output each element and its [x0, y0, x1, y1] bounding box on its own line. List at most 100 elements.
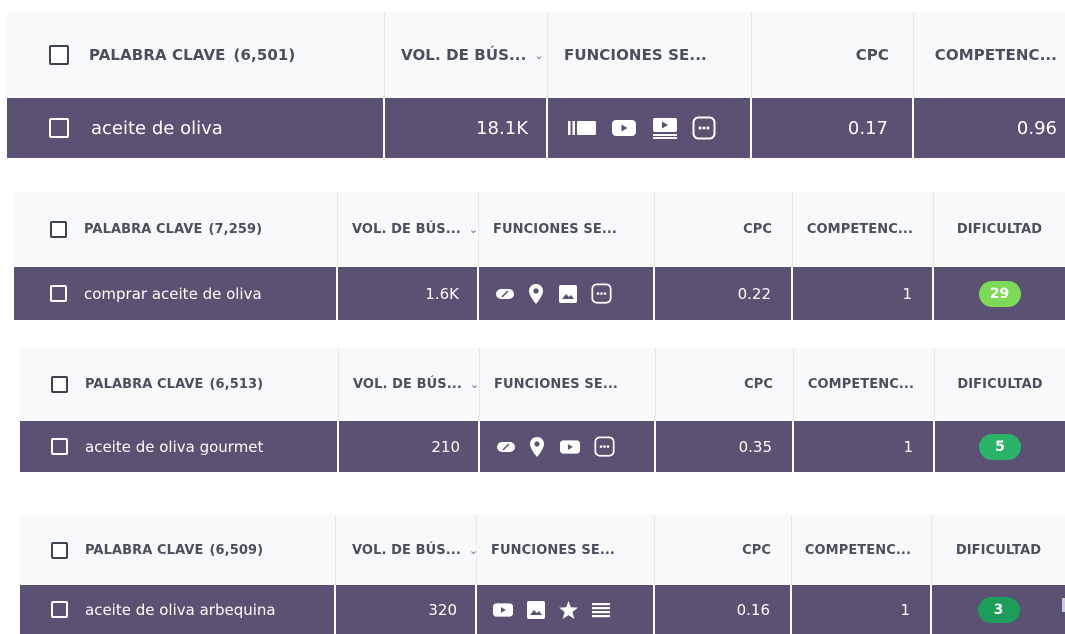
difficulty-cell: 29 [934, 267, 1065, 320]
ads-icon [496, 440, 516, 454]
column-cpc[interactable]: CPC [656, 348, 794, 421]
cpc-value: 0.17 [847, 117, 888, 139]
row-checkbox[interactable] [49, 118, 69, 138]
column-serp-label: FUNCIONES SE... [491, 542, 615, 558]
column-competition-label: COMPETENC... [934, 46, 1057, 64]
column-serp[interactable]: FUNCIONES SE... [477, 515, 655, 585]
column-difficulty-label: DIFICULTAD [957, 377, 1043, 392]
ads-icon [495, 287, 515, 301]
table-header: PALABRA CLAVE (7,259) VOL. DE BÚS... ⌄ F… [14, 192, 1065, 267]
more-icon[interactable] [692, 116, 716, 140]
column-cpc[interactable]: CPC [655, 515, 792, 585]
column-keyword[interactable]: PALABRA CLAVE (6,501) [7, 12, 385, 98]
cpc-value: 0.22 [737, 284, 771, 303]
difficulty-badge: 3 [977, 596, 1020, 623]
sort-chevron-down-icon[interactable]: ⌄ [469, 223, 478, 236]
column-difficulty[interactable]: DIFICULTAD [932, 515, 1065, 585]
column-volume-label: VOL. DE BÚS... [401, 46, 527, 64]
cpc-cell: 0.16 [655, 585, 792, 634]
volume-cell: 1.6K [338, 267, 479, 320]
column-cpc[interactable]: CPC [752, 12, 914, 98]
table-row[interactable]: aceite de oliva 18.1K 0.17 0.96 [7, 98, 1065, 158]
sort-chevron-down-icon[interactable]: ⌄ [469, 544, 476, 557]
column-keyword-label: PALABRA CLAVE [85, 377, 204, 392]
column-volume-label: VOL. DE BÚS... [352, 222, 461, 237]
difficulty-cell: 3 [932, 585, 1065, 634]
competition-cell: 1 [793, 267, 934, 320]
keyword-cell[interactable]: comprar aceite de oliva [14, 267, 338, 320]
sort-chevron-down-icon[interactable]: ⌄ [534, 49, 543, 62]
competition-value: 1 [900, 600, 910, 619]
table-header: PALABRA CLAVE (6,513) VOL. DE BÚS... ⌄ F… [20, 348, 1065, 421]
cpc-value: 0.16 [736, 600, 770, 619]
difficulty-cell: 5 [935, 421, 1065, 472]
local-pack-icon [530, 436, 544, 457]
keyword-table-1: PALABRA CLAVE (6,501) VOL. DE BÚS... ⌄ F… [7, 12, 1065, 160]
column-volume[interactable]: VOL. DE BÚS... ⌄ [385, 12, 548, 98]
volume-value: 210 [431, 437, 460, 456]
cpc-cell: 0.35 [656, 421, 794, 472]
column-volume[interactable]: VOL. DE BÚS... ⌄ [336, 515, 477, 585]
column-serp[interactable]: FUNCIONES SE... [480, 348, 656, 421]
column-keyword[interactable]: PALABRA CLAVE (7,259) [14, 192, 338, 267]
keyword-cell[interactable]: aceite de oliva gourmet [20, 421, 339, 472]
volume-cell: 320 [336, 585, 477, 634]
select-all-checkbox[interactable] [51, 541, 68, 559]
column-volume[interactable]: VOL. DE BÚS... ⌄ [338, 192, 479, 267]
column-competition-label: COMPETENC... [806, 222, 913, 237]
column-cpc-label: CPC [743, 222, 772, 237]
volume-cell: 210 [339, 421, 480, 472]
keyword-cell[interactable]: aceite de oliva [7, 98, 385, 158]
column-difficulty[interactable]: DIFICULTAD [935, 348, 1065, 421]
keyword-text[interactable]: comprar aceite de oliva [84, 285, 262, 303]
more-icon[interactable] [591, 283, 612, 304]
column-serp[interactable]: FUNCIONES SE... [479, 192, 655, 267]
competition-value: 1 [903, 437, 913, 456]
table-row[interactable]: aceite de oliva gourmet 210 0.35 1 5 [20, 421, 1065, 472]
column-volume-label: VOL. DE BÚS... [353, 377, 462, 392]
keyword-text[interactable]: aceite de oliva arbequina [85, 601, 276, 619]
video-icon [560, 439, 580, 455]
select-all-checkbox[interactable] [50, 221, 67, 238]
row-checkbox[interactable] [51, 438, 68, 455]
competition-value: 0.96 [1016, 117, 1057, 139]
row-checkbox[interactable] [50, 285, 67, 302]
image-pack-icon [527, 600, 545, 619]
select-all-checkbox[interactable] [51, 376, 68, 393]
column-difficulty-label: DIFICULTAD [956, 222, 1043, 237]
column-cpc[interactable]: CPC [655, 192, 793, 267]
video-icon [493, 602, 513, 618]
sitelinks-icon [592, 602, 610, 618]
table-row[interactable]: comprar aceite de oliva 1.6K 0.22 1 29 [14, 267, 1065, 320]
difficulty-badge: 29 [978, 280, 1021, 307]
column-volume[interactable]: VOL. DE BÚS... ⌄ [339, 348, 480, 421]
volume-value: 320 [428, 600, 457, 619]
column-difficulty[interactable]: DIFICULTAD [934, 192, 1065, 267]
row-checkbox[interactable] [51, 601, 68, 618]
more-icon[interactable] [594, 436, 615, 457]
reviews-star-icon [559, 600, 578, 619]
column-serp-label: FUNCIONES SE... [564, 46, 707, 64]
keyword-count: (6,509) [209, 542, 264, 558]
column-competition[interactable]: COMPETENC... [793, 192, 934, 267]
sort-chevron-down-icon[interactable]: ⌄ [470, 378, 479, 391]
column-keyword[interactable]: PALABRA CLAVE (6,513) [20, 348, 339, 421]
column-competition[interactable]: COMPETENC... [794, 348, 935, 421]
serp-cell [548, 98, 752, 158]
column-competition[interactable]: COMPETENC... [792, 515, 932, 585]
video-icon [612, 119, 636, 137]
competition-cell: 1 [794, 421, 935, 472]
column-competition[interactable]: COMPETENC... [914, 12, 1065, 98]
keyword-cell[interactable]: aceite de oliva arbequina [20, 585, 336, 634]
keyword-text[interactable]: aceite de oliva [91, 118, 223, 139]
column-competition-label: COMPETENC... [807, 377, 914, 392]
select-all-checkbox[interactable] [49, 45, 69, 65]
table-row[interactable]: aceite de oliva arbequina 320 0.16 1 3 [20, 585, 1065, 634]
volume-value: 1.6K [425, 284, 459, 303]
volume-cell: 18.1K [385, 98, 548, 158]
column-keyword-label: PALABRA CLAVE [84, 222, 203, 237]
column-serp[interactable]: FUNCIONES SE... [548, 12, 752, 98]
column-keyword[interactable]: PALABRA CLAVE (6,509) [20, 515, 336, 585]
keyword-text[interactable]: aceite de oliva gourmet [85, 438, 263, 456]
column-keyword-label: PALABRA CLAVE [85, 542, 204, 558]
